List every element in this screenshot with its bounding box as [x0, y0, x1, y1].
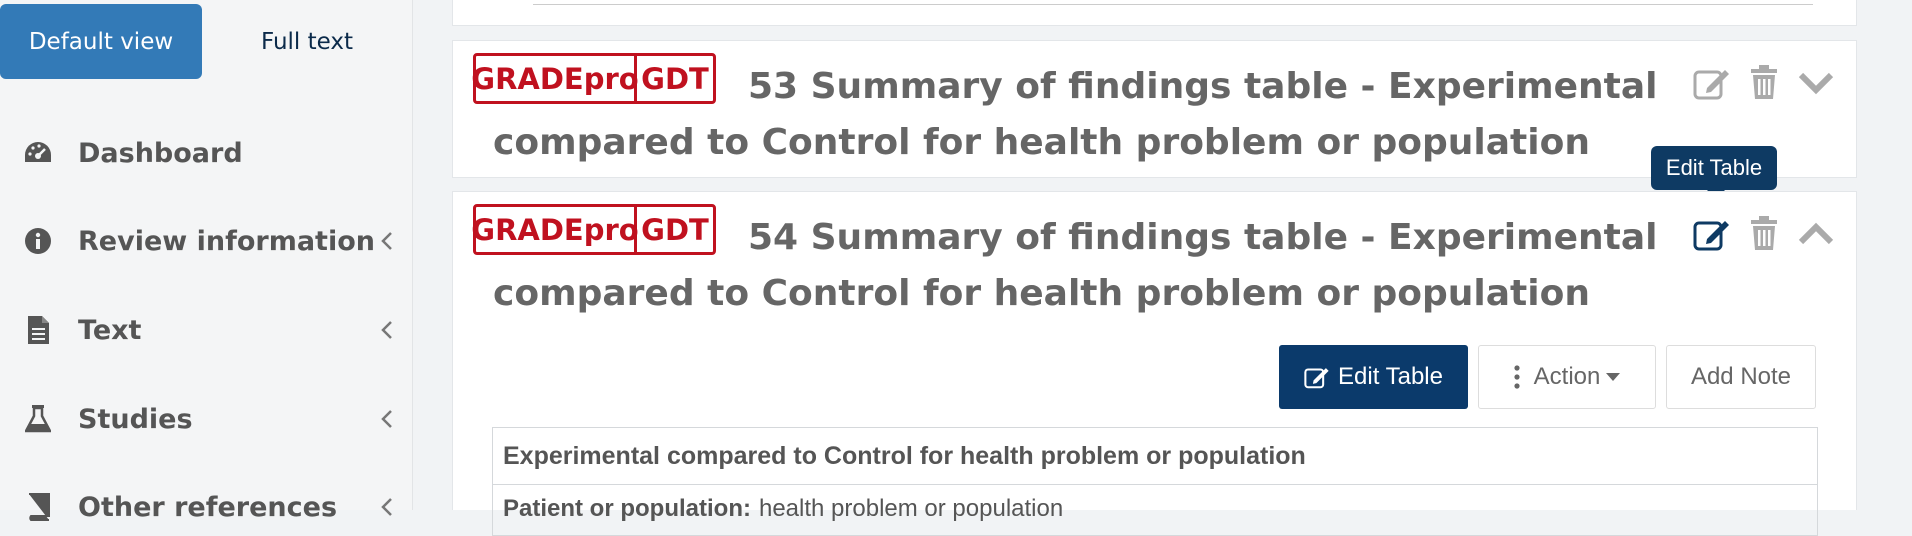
panel-title: 54 Summary of findings table - Experimen… — [493, 210, 1678, 322]
book-icon — [22, 491, 54, 523]
edit-table-label: Edit Table — [1338, 363, 1443, 390]
edit-icon — [1304, 365, 1330, 389]
full-text-button[interactable]: Full text — [202, 4, 412, 79]
sidebar-item-text[interactable]: Text — [22, 305, 394, 355]
sidebar-item-other-references[interactable]: Other references — [22, 482, 394, 532]
chevron-left-icon — [380, 317, 394, 348]
sof-panel-54-content: Edit Table Action Add Note Experimental … — [452, 328, 1857, 536]
panel-title: 53 Summary of findings table - Experimen… — [493, 59, 1678, 171]
row-value: health problem or population — [758, 495, 1064, 522]
panel-title-text: 54 Summary of findings table - Experimen… — [493, 217, 1658, 314]
sof-table-heading: Experimental compared to Control for hea… — [493, 428, 1817, 485]
vertical-ellipsis-icon — [1514, 365, 1520, 389]
add-note-button[interactable]: Add Note — [1666, 345, 1816, 409]
sidebar: Default view Full text Dashboard Review … — [0, 0, 413, 523]
sidebar-item-label: Review information — [78, 225, 375, 257]
sof-panel-54: GRADEpro GDT 54 Summary of findings tabl… — [452, 191, 1857, 329]
sidebar-item-label: Dashboard — [78, 137, 243, 169]
sof-table-row: Patient or population: health problem or… — [493, 485, 1817, 535]
action-dropdown-button[interactable]: Action — [1478, 345, 1656, 409]
trash-icon[interactable] — [1744, 63, 1784, 103]
default-view-button[interactable]: Default view — [0, 4, 202, 79]
panel-tools — [1692, 63, 1836, 103]
sidebar-item-dashboard[interactable]: Dashboard — [22, 128, 394, 178]
sidebar-item-label: Studies — [78, 403, 193, 435]
action-label: Action — [1533, 363, 1601, 390]
edit-table-button[interactable]: Edit Table — [1279, 345, 1468, 409]
chevron-left-icon — [380, 228, 394, 259]
sidebar-item-studies[interactable]: Studies — [22, 394, 394, 444]
flask-icon — [22, 403, 54, 435]
edit-table-tooltip: Edit Table — [1651, 146, 1777, 199]
dashboard-icon — [22, 137, 54, 169]
sidebar-item-label: Text — [78, 314, 142, 346]
previous-panel-edge — [452, 0, 1857, 26]
chevron-down-icon[interactable] — [1796, 63, 1836, 103]
edit-icon[interactable] — [1692, 63, 1732, 103]
document-icon — [22, 314, 54, 346]
info-circle-icon — [22, 225, 54, 257]
edit-icon[interactable] — [1692, 214, 1732, 254]
caret-down-icon — [1606, 373, 1621, 381]
sidebar-item-label: Other references — [78, 491, 338, 523]
row-label: Patient or population: — [503, 495, 751, 522]
view-toggle: Default view Full text — [0, 4, 412, 79]
panel-title-text: 53 Summary of findings table - Experimen… — [493, 66, 1658, 163]
action-buttons: Edit Table Action Add Note — [1279, 345, 1816, 409]
sof-panel-53: GRADEpro GDT 53 Summary of findings tabl… — [452, 40, 1857, 178]
panel-tools — [1692, 214, 1836, 254]
chevron-up-icon[interactable] — [1796, 214, 1836, 254]
trash-icon[interactable] — [1744, 214, 1784, 254]
sof-table: Experimental compared to Control for hea… — [492, 427, 1818, 536]
chevron-left-icon — [380, 406, 394, 437]
sidebar-item-review-information[interactable]: Review information — [22, 216, 394, 266]
